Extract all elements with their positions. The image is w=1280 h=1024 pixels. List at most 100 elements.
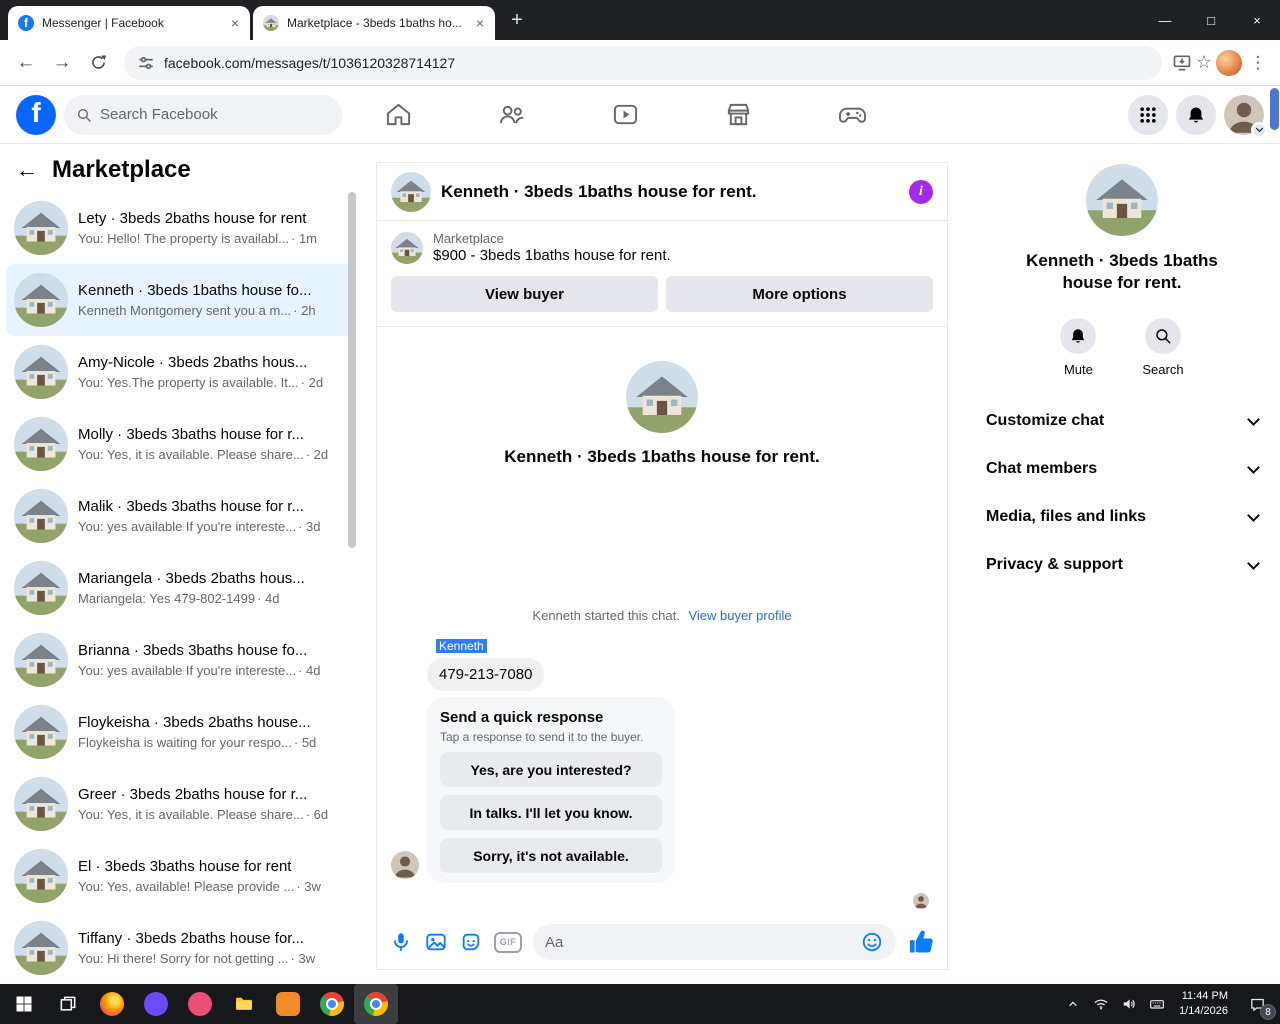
menu-privacy-support[interactable]: Privacy & support — [980, 541, 1264, 589]
conversation-time: · 3d — [298, 519, 321, 534]
quick-reply-in-talks-button[interactable]: In talks. I'll let you know. — [440, 795, 662, 830]
quick-reply-interested-button[interactable]: Yes, are you interested? — [440, 752, 662, 787]
volume-icon[interactable] — [1115, 984, 1143, 1024]
conversation-preview: You: Yes, it is available. Please share.… — [78, 807, 304, 822]
bookmark-star-icon[interactable]: ☆ — [1196, 52, 1212, 73]
view-buyer-button[interactable]: View buyer — [391, 276, 658, 312]
conversation-preview-row: You: Yes, it is available. Please share.… — [78, 807, 346, 822]
taskbar-app-media[interactable] — [178, 984, 222, 1024]
taskbar-app-vpn[interactable] — [134, 984, 178, 1024]
maximize-button[interactable]: □ — [1188, 0, 1234, 40]
conversation-item-amy-nicole[interactable]: Amy-Nicole · 3beds 2baths hous... You: Y… — [6, 336, 354, 408]
conversation-item-kenneth[interactable]: Kenneth · 3beds 1baths house fo... Kenne… — [6, 264, 354, 336]
page-scrollbar-thumb[interactable] — [1270, 88, 1279, 130]
mute-button[interactable]: Mute — [1060, 318, 1097, 377]
clock-date: 1/14/2026 — [1179, 1005, 1228, 1017]
browser-profile-avatar[interactable] — [1216, 49, 1242, 76]
voice-clip-icon[interactable] — [389, 930, 413, 954]
menu-chat-members[interactable]: Chat members — [980, 445, 1264, 493]
account-button[interactable] — [1224, 95, 1267, 138]
conversation-item-mariangela[interactable]: Mariangela · 3beds 2baths hous... Marian… — [6, 552, 354, 624]
conversation-item-malik[interactable]: Malik · 3beds 3baths house for r... You:… — [6, 480, 354, 552]
back-arrow-icon[interactable]: ← — [16, 157, 38, 183]
taskbar-app-firefox[interactable] — [90, 984, 134, 1024]
chevron-down-icon — [1247, 508, 1260, 522]
touch-keyboard-icon[interactable] — [1143, 984, 1171, 1024]
reload-button[interactable] — [82, 47, 114, 79]
search-icon — [76, 107, 92, 123]
facebook-logo[interactable]: f — [16, 94, 56, 135]
forward-button[interactable]: → — [46, 47, 78, 79]
start-button[interactable] — [2, 984, 46, 1024]
conversation-time: · 2h — [293, 303, 316, 318]
listing-avatar — [14, 777, 68, 831]
message-bubble[interactable]: 479-213-7080 — [427, 658, 545, 691]
close-button[interactable]: × — [1234, 0, 1280, 40]
home-tab[interactable] — [374, 93, 422, 137]
chat-avatar[interactable] — [391, 172, 431, 212]
marketplace-tab[interactable] — [715, 93, 763, 137]
taskbar-clock[interactable]: 11:44 PM 1/14/2026 — [1171, 989, 1236, 1019]
conversation-item-greer[interactable]: Greer · 3beds 2baths house for r... You:… — [6, 768, 354, 840]
browser-tab-marketplace[interactable]: Marketplace - 3beds 1baths ho... × — [253, 6, 495, 40]
conversation-time: · 1m — [291, 231, 318, 246]
listing-avatar — [14, 345, 68, 399]
quick-reply-not-available-button[interactable]: Sorry, it's not available. — [440, 838, 662, 873]
back-button[interactable]: ← — [10, 47, 42, 79]
new-tab-button[interactable]: + — [504, 7, 530, 33]
browser-tab-messenger[interactable]: f Messenger | Facebook × — [8, 6, 250, 40]
conversation-item-brianna[interactable]: Brianna · 3beds 3baths house fo... You: … — [6, 624, 354, 696]
site-settings-icon[interactable] — [136, 53, 156, 73]
seen-indicator-avatar — [913, 893, 929, 909]
hidden-icons-chevron[interactable] — [1059, 984, 1087, 1024]
menu-grid-button[interactable] — [1128, 94, 1168, 135]
search-input[interactable] — [100, 106, 330, 123]
conversation-preview: You: Yes.The property is available. It..… — [78, 375, 299, 390]
gaming-tab[interactable] — [828, 93, 876, 137]
taskbar: 11:44 PM 1/14/2026 8 — [0, 984, 1280, 1024]
menu-customize-chat[interactable]: Customize chat — [980, 397, 1264, 445]
view-buyer-profile-link[interactable]: View buyer profile — [688, 608, 791, 623]
message-input[interactable] — [545, 933, 854, 951]
emoji-icon[interactable] — [860, 930, 884, 954]
friends-tab[interactable] — [488, 93, 536, 137]
minimize-button[interactable]: — — [1142, 0, 1188, 40]
taskbar-app-chrome[interactable] — [310, 984, 354, 1024]
notification-center-button[interactable]: 8 — [1236, 984, 1278, 1024]
conversation-time: · 4d — [298, 663, 321, 678]
sticker-icon[interactable] — [459, 930, 483, 954]
conversation-texts: Malik · 3beds 3baths house for r... You:… — [78, 498, 346, 534]
gif-icon[interactable]: GIF — [494, 931, 522, 953]
attach-photo-icon[interactable] — [424, 930, 448, 954]
facebook-search[interactable] — [64, 94, 342, 135]
taskbar-app-editor[interactable] — [266, 984, 310, 1024]
notifications-button[interactable] — [1176, 94, 1216, 135]
conversation-preview-row: You: yes available If you're intereste..… — [78, 519, 346, 534]
menu-media-files-links[interactable]: Media, files and links — [980, 493, 1264, 541]
conversation-texts: El · 3beds 3baths house for rent You: Ye… — [78, 858, 346, 894]
taskbar-app-files[interactable] — [222, 984, 266, 1024]
tab-close-icon[interactable]: × — [226, 14, 244, 32]
address-bar[interactable]: facebook.com/messages/t/1036120328714127 — [124, 45, 1162, 80]
conversation-info-icon[interactable]: i — [909, 179, 933, 204]
browser-menu-icon[interactable]: ⋮ — [1246, 53, 1270, 73]
conversation-item-lety[interactable]: Lety · 3beds 2baths house for rent You: … — [6, 192, 354, 264]
tab-close-icon[interactable]: × — [471, 14, 489, 32]
taskbar-app-chrome-active[interactable] — [354, 984, 398, 1024]
sidebar-scrollbar[interactable] — [348, 192, 356, 548]
watch-tab[interactable] — [601, 93, 649, 137]
conversation-item-floykeisha[interactable]: Floykeisha · 3beds 2baths house... Floyk… — [6, 696, 354, 768]
like-thumb-icon[interactable] — [907, 928, 935, 956]
conversation-item-tiffany[interactable]: Tiffany · 3beds 2baths house for... You:… — [6, 912, 354, 984]
conversation-title: El · 3beds 3baths house for rent — [78, 858, 292, 875]
conversation-item-el[interactable]: El · 3beds 3baths house for rent You: Ye… — [6, 840, 354, 912]
more-options-button[interactable]: More options — [666, 276, 933, 312]
search-conversation-button[interactable]: Search — [1142, 318, 1184, 377]
message-composer: GIF — [377, 915, 947, 969]
task-view-button[interactable] — [46, 984, 90, 1024]
conversation-item-molly[interactable]: Molly · 3beds 3baths house for r... You:… — [6, 408, 354, 480]
message-input-pill[interactable] — [533, 924, 896, 960]
chat-card: Kenneth · 3beds 1baths house for rent. i… — [376, 162, 948, 970]
network-icon[interactable] — [1087, 984, 1115, 1024]
install-icon[interactable] — [1172, 53, 1192, 73]
